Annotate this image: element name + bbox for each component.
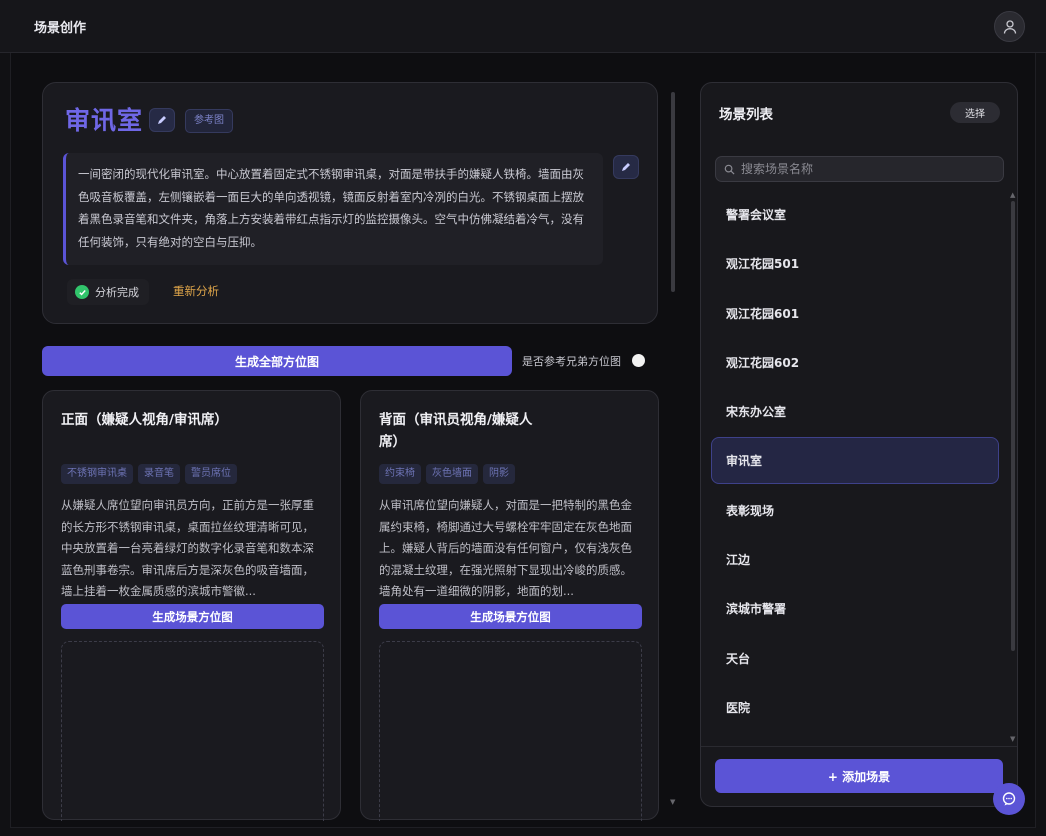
top-bar: 场景创作 bbox=[0, 0, 1046, 53]
panel-divider bbox=[701, 746, 1017, 747]
app-title: 场景创作 bbox=[34, 21, 87, 36]
search-icon bbox=[724, 164, 735, 175]
scene-list-item[interactable]: 医院 bbox=[711, 684, 999, 731]
scene-list-item-active[interactable]: 审讯室 bbox=[711, 437, 999, 485]
view-tag: 灰色墙面 bbox=[426, 464, 478, 484]
scroll-down-arrow-icon[interactable]: ▼ bbox=[1010, 735, 1015, 743]
reference-sibling-label: 是否参考兄弟方位图 bbox=[522, 355, 621, 368]
check-circle-icon bbox=[75, 285, 89, 299]
view-tag: 约束椅 bbox=[379, 464, 421, 484]
view-tags: 约束椅 灰色墙面 阴影 bbox=[379, 464, 515, 484]
chat-button[interactable] bbox=[993, 783, 1025, 815]
chat-bubble-icon bbox=[1002, 792, 1016, 806]
scene-list-scrollbar-thumb[interactable] bbox=[1011, 201, 1015, 651]
user-icon bbox=[1003, 19, 1016, 34]
scene-title: 审讯室 bbox=[65, 106, 144, 135]
view-tag: 录音笔 bbox=[138, 464, 180, 484]
view-image-dropzone[interactable] bbox=[379, 641, 642, 821]
pencil-icon bbox=[622, 163, 630, 171]
reference-sibling-toggle[interactable] bbox=[632, 354, 645, 367]
analysis-status-badge: 分析完成 bbox=[67, 279, 149, 305]
generate-view-button[interactable]: 生成场景方位图 bbox=[61, 604, 324, 629]
view-description: 从嫌疑人席位望向审讯员方向，正前方是一张厚重的长方形不锈钢审讯桌，桌面拉丝纹理清… bbox=[61, 498, 314, 598]
scene-search-input[interactable] bbox=[741, 162, 991, 176]
scene-list-panel: 场景列表 选择 警署会议室 观江花园501 观江花园601 观江花园602 宋东… bbox=[700, 82, 1018, 807]
edit-description-button[interactable] bbox=[613, 155, 639, 179]
view-image-dropzone[interactable] bbox=[61, 641, 324, 821]
scene-list-item[interactable]: 观江花园501 bbox=[711, 240, 999, 287]
scroll-up-arrow-icon[interactable]: ▲ bbox=[1010, 191, 1015, 199]
scene-list-title: 场景列表 bbox=[719, 107, 773, 123]
view-description: 从审讯席位望向嫌疑人，对面是一把特制的黑色金属约束椅，椅脚通过大号螺栓牢牢固定在… bbox=[379, 498, 632, 598]
scene-search-box[interactable] bbox=[715, 156, 1004, 182]
scene-description: 一间密闭的现代化审讯室。中心放置着固定式不锈钢审讯桌，对面是带扶手的嫌疑人铁椅。… bbox=[63, 153, 603, 265]
reference-image-tag[interactable]: 参考图 bbox=[185, 109, 233, 133]
scene-description-card: 审讯室 参考图 一间密闭的现代化审讯室。中心放置着固定式不锈钢审讯桌，对面是带扶… bbox=[42, 82, 658, 324]
generate-all-views-button[interactable]: 生成全部方位图 bbox=[42, 346, 512, 376]
scene-list-item[interactable]: 宋东办公室 bbox=[711, 388, 999, 435]
scene-list: 警署会议室 观江花园501 观江花园601 观江花园602 宋东办公室 审讯室 … bbox=[711, 191, 999, 733]
view-card-back: 背面（审讯员视角/嫌疑人席） 约束椅 灰色墙面 阴影 从审讯席位望向嫌疑人，对面… bbox=[360, 390, 659, 821]
view-tag: 警员席位 bbox=[185, 464, 237, 484]
generate-view-button[interactable]: 生成场景方位图 bbox=[379, 604, 642, 629]
view-title: 正面（嫌疑人视角/审讯席） bbox=[61, 412, 228, 428]
pencil-icon bbox=[158, 116, 166, 124]
view-tag: 不锈钢审讯桌 bbox=[61, 464, 133, 484]
view-title: 背面（审讯员视角/嫌疑人席） bbox=[379, 412, 533, 450]
view-tag: 阴影 bbox=[483, 464, 515, 484]
scroll-down-arrow-icon[interactable]: ▼ bbox=[670, 798, 675, 806]
analysis-status-text: 分析完成 bbox=[95, 286, 139, 299]
edit-title-button[interactable] bbox=[149, 108, 175, 132]
reanalyze-link[interactable]: 重新分析 bbox=[173, 283, 219, 299]
add-scene-button[interactable]: + 添加场景 bbox=[715, 759, 1003, 793]
scene-list-item[interactable]: 天台 bbox=[711, 635, 999, 682]
scene-list-item[interactable]: 警署会议室 bbox=[711, 191, 999, 238]
select-button[interactable]: 选择 bbox=[950, 102, 1000, 123]
main-scrollbar-thumb[interactable] bbox=[671, 92, 675, 292]
scene-list-item[interactable]: 观江花园602 bbox=[711, 339, 999, 386]
view-card-front: 正面（嫌疑人视角/审讯席） 不锈钢审讯桌 录音笔 警员席位 从嫌疑人席位望向审讯… bbox=[42, 390, 341, 821]
avatar[interactable] bbox=[994, 11, 1025, 42]
scene-list-item[interactable]: 滨城市警署 bbox=[711, 585, 999, 632]
scene-list-item[interactable]: 观江花园601 bbox=[711, 290, 999, 337]
scene-list-item[interactable]: 江边 bbox=[711, 536, 999, 583]
scene-list-item[interactable]: 表彰现场 bbox=[711, 487, 999, 534]
view-tags: 不锈钢审讯桌 录音笔 警员席位 bbox=[61, 464, 237, 484]
